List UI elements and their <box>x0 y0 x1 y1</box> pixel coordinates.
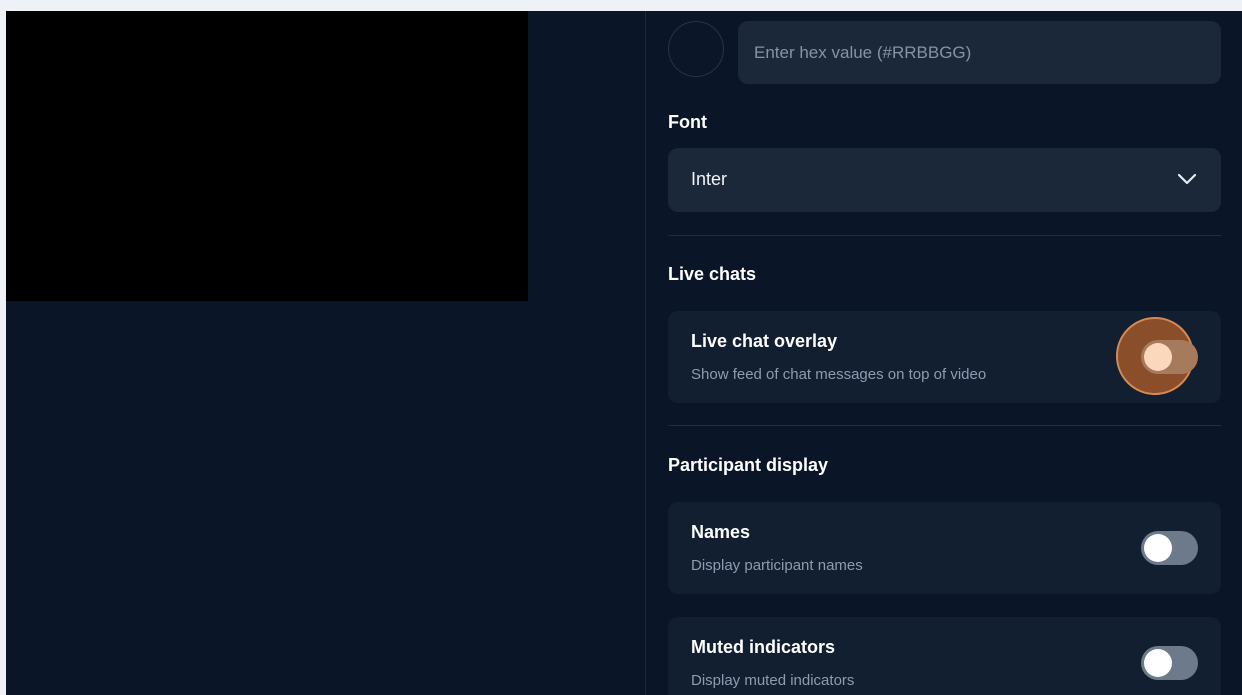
names-toggle[interactable] <box>1116 508 1198 588</box>
color-swatch[interactable] <box>668 21 724 77</box>
toggle-track <box>1141 531 1198 565</box>
toggle-track <box>1141 340 1198 374</box>
muted-indicators-description: Display muted indicators <box>691 672 855 689</box>
video-preview <box>6 11 528 301</box>
divider <box>668 235 1221 236</box>
toggle-track <box>1141 646 1198 680</box>
panel-divider <box>645 11 646 695</box>
muted-indicators-card: Muted indicators Display muted indicator… <box>668 617 1221 695</box>
names-card: Names Display participant names <box>668 502 1221 594</box>
participant-display-heading: Participant display <box>668 455 829 475</box>
settings-panel: Font Inter Live chats Live chat overlay … <box>668 11 1221 695</box>
toggle-knob <box>1144 534 1172 562</box>
live-chat-overlay-description: Show feed of chat messages on top of vid… <box>691 366 987 383</box>
app-window: Font Inter Live chats Live chat overlay … <box>6 11 1242 695</box>
names-description: Display participant names <box>691 557 863 574</box>
toggle-knob <box>1144 649 1172 677</box>
chevron-down-icon <box>1177 173 1197 185</box>
muted-indicators-title: Muted indicators <box>691 637 836 657</box>
muted-indicators-toggle[interactable] <box>1116 623 1198 695</box>
font-select-value: Inter <box>691 169 728 189</box>
divider <box>668 425 1221 426</box>
names-title: Names <box>691 522 751 542</box>
font-label: Font <box>668 112 707 132</box>
font-select[interactable]: Inter <box>668 148 1221 212</box>
live-chat-overlay-title: Live chat overlay <box>691 331 838 351</box>
live-chat-overlay-toggle[interactable] <box>1116 317 1198 397</box>
live-chat-overlay-card: Live chat overlay Show feed of chat mess… <box>668 311 1221 403</box>
toggle-knob <box>1144 343 1172 371</box>
live-chats-heading: Live chats <box>668 264 757 284</box>
hex-color-input[interactable] <box>738 21 1221 84</box>
